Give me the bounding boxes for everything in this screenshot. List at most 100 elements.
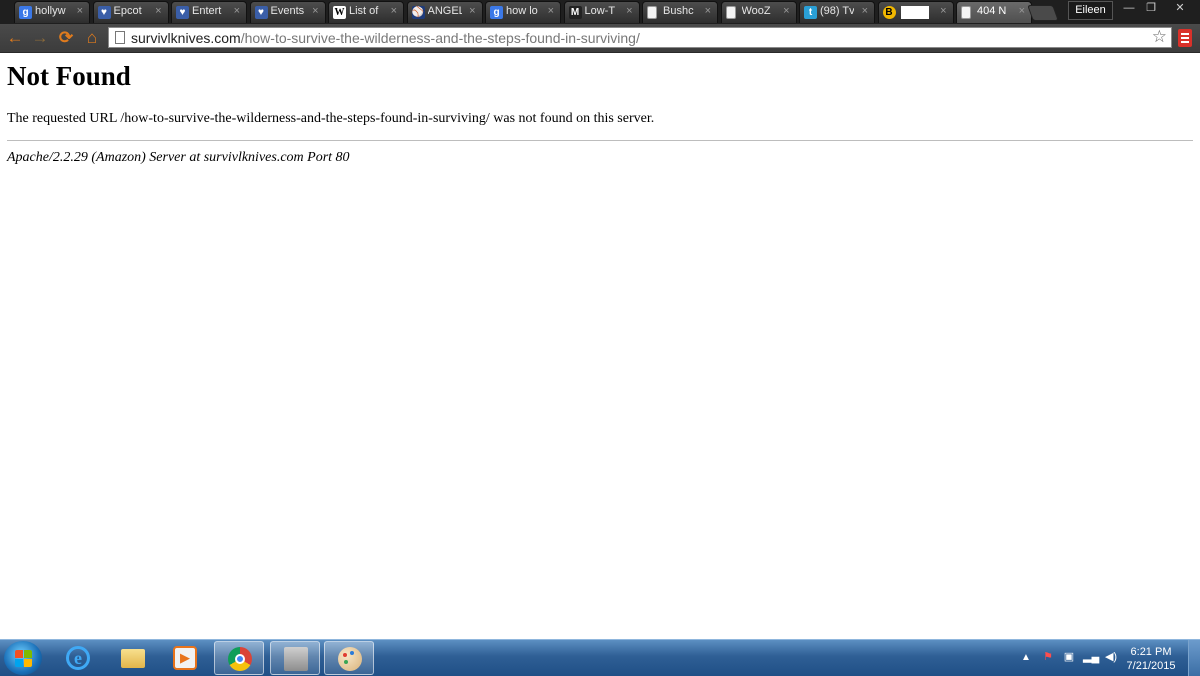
browser-tab[interactable]: B × [877, 1, 954, 23]
bookmark-star-icon[interactable]: ☆ [1152, 27, 1167, 47]
tab-close-icon[interactable]: × [234, 5, 240, 17]
filing-cabinet-icon [284, 647, 308, 671]
home-button[interactable]: ⌂ [82, 28, 102, 48]
tab-title: Events [270, 5, 305, 17]
browser-tab[interactable]: W List of × [328, 1, 404, 23]
network-icon[interactable]: ▂▄ [1083, 650, 1099, 664]
taskbar-internet-explorer[interactable]: e [53, 641, 103, 675]
taskbar-file-explorer[interactable] [108, 641, 158, 675]
tab-title: Epcot [113, 5, 142, 17]
action-center-icon[interactable]: ⚑ [1041, 650, 1055, 664]
maximize-button[interactable]: ❐ [1140, 0, 1162, 17]
show-hidden-icons-button[interactable]: ▲ [1021, 652, 1031, 663]
angels-logo-icon: ⚾ [411, 6, 425, 19]
chrome-menu-icon[interactable] [1178, 29, 1192, 47]
mc-logo-icon: M [568, 6, 582, 19]
system-clock[interactable]: 6:21 PM 7/21/2015 [1118, 645, 1184, 673]
tab-title: ANGEL [427, 5, 462, 17]
document-icon [725, 6, 736, 19]
tab-strip: g hollyw × ♥ Epcot × ♥ Entert × ♥ Events × W List of ×… [0, 0, 1200, 24]
tab-close-icon[interactable]: × [1019, 5, 1025, 17]
paint-icon [338, 647, 362, 671]
browser-tab[interactable]: 404 N × [956, 1, 1032, 23]
clock-date: 7/21/2015 [1126, 660, 1176, 672]
tab-close-icon[interactable]: × [469, 5, 475, 17]
home-icon: ⌂ [86, 28, 98, 47]
taskbar-filing-cabinet[interactable] [270, 641, 320, 675]
windows-logo-icon [15, 650, 23, 658]
taskbar-chrome[interactable] [214, 641, 264, 675]
url-path: /how-to-survive-the-wilderness-and-the-s… [240, 30, 640, 46]
tab-title: hollyw [35, 5, 66, 17]
device-icon[interactable]: ▣ [1062, 650, 1076, 664]
address-bar[interactable]: survivlknives.com/how-to-survive-the-wil… [108, 27, 1172, 48]
tab-title: Entert [192, 5, 222, 17]
browser-toolbar: ← → ⟳ ⌂ survivlknives.com/how-to-survive… [0, 24, 1200, 53]
browser-tab[interactable]: g hollyw × [14, 1, 90, 23]
tab-close-icon[interactable]: × [626, 5, 632, 17]
browser-tab[interactable]: ♥ Entert × [171, 1, 247, 23]
document-icon [961, 6, 971, 19]
browser-tab[interactable]: ♥ Epcot × [92, 1, 169, 23]
tab-title: 404 N [977, 5, 1007, 17]
forward-button[interactable]: → [30, 28, 50, 48]
start-button[interactable] [4, 641, 42, 675]
reload-icon: ⟳ [58, 28, 74, 47]
browser-tab[interactable]: M Low-T × [563, 1, 640, 23]
divider [7, 140, 1193, 141]
new-tab-button[interactable] [1027, 5, 1059, 21]
forward-arrow-icon: → [31, 28, 49, 47]
url-text[interactable]: survivlknives.com/how-to-survive-the-wil… [131, 30, 640, 46]
browser-tab[interactable]: ♥ Events × [249, 1, 326, 23]
browser-tab[interactable]: g how lo × [485, 1, 561, 23]
tab-title: (98) Tv [820, 5, 854, 17]
shield-icon: ♥ [176, 6, 189, 19]
tab-close-icon[interactable]: × [312, 5, 318, 17]
taskbar-paint[interactable] [324, 641, 374, 675]
tab-close-icon[interactable]: × [940, 5, 946, 17]
back-arrow-icon: ← [6, 28, 24, 47]
taskbar: e ▶ ▲ ⚑ ▣ ▂▄ ◀) 6:21 PM 7/21/2015 [0, 639, 1200, 676]
tab-close-icon[interactable]: × [783, 5, 789, 17]
shield-icon: ♥ [97, 6, 111, 19]
page-content: Not Found The requested URL /how-to-surv… [0, 53, 1200, 639]
tab-title: WooZ [741, 5, 771, 17]
tab-title: List of [349, 5, 379, 17]
reload-button[interactable]: ⟳ [56, 28, 76, 48]
file-explorer-icon [121, 649, 145, 668]
chrome-icon [228, 647, 252, 671]
browser-tab[interactable]: ⚾ ANGEL × [406, 1, 483, 23]
taskbar-media-player[interactable]: ▶ [160, 641, 210, 675]
tab-close-icon[interactable]: × [548, 5, 554, 17]
page-title: Not Found [7, 61, 131, 91]
google-icon: g [490, 6, 503, 19]
profile-button[interactable]: Eileen [1068, 1, 1113, 20]
media-player-icon: ▶ [173, 646, 197, 670]
tab-title: Low-T [584, 5, 616, 17]
server-signature: Apache/2.2.29 (Amazon) Server at survivl… [7, 150, 350, 165]
tab-close-icon[interactable]: × [391, 5, 397, 17]
minimize-button[interactable]: — [1118, 0, 1140, 17]
bruins-logo-icon: B [882, 6, 896, 19]
browser-tab[interactable]: WooZ × [720, 1, 797, 23]
browser-tab[interactable]: t (98) Tv × [799, 1, 875, 23]
tab-close-icon[interactable]: × [77, 5, 83, 17]
page-icon [115, 31, 125, 44]
wikipedia-icon: W [333, 6, 346, 19]
shield-icon: ♥ [254, 6, 268, 19]
document-icon [647, 6, 657, 19]
tab-close-icon[interactable]: × [705, 5, 711, 17]
internet-explorer-icon: e [66, 646, 90, 670]
show-desktop-button[interactable] [1188, 640, 1200, 676]
url-host: survivlknives.com [131, 30, 241, 46]
clock-time: 6:21 PM [1130, 646, 1172, 658]
close-window-button[interactable]: ✕ [1163, 0, 1197, 17]
error-message: The requested URL /how-to-survive-the-wi… [7, 111, 655, 126]
tab-close-icon[interactable]: × [155, 5, 161, 17]
tab-close-icon[interactable]: × [862, 5, 868, 17]
back-button[interactable]: ← [5, 28, 25, 48]
browser-tab[interactable]: Bushc × [642, 1, 718, 23]
volume-icon[interactable]: ◀) [1104, 650, 1118, 664]
tab-title: Bushc [663, 5, 694, 17]
google-icon: g [19, 6, 32, 19]
